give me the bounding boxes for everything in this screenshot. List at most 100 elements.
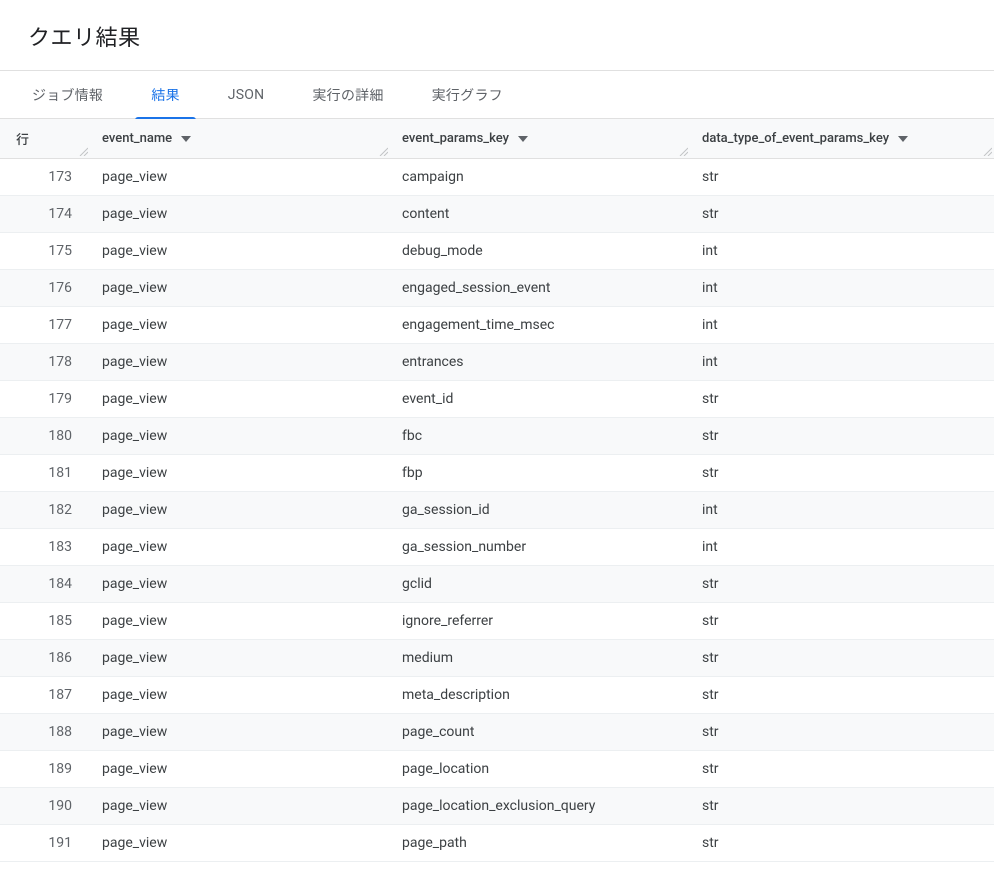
table-row[interactable]: 181page_viewfbpstr bbox=[0, 455, 994, 492]
table-header-row: 行 event_name event_params_key bbox=[0, 119, 994, 159]
table-row[interactable]: 179page_viewevent_idstr bbox=[0, 381, 994, 418]
cell-event-params-key: debug_mode bbox=[390, 233, 690, 270]
table-row[interactable]: 176page_viewengaged_session_eventint bbox=[0, 270, 994, 307]
cell-row-number: 178 bbox=[0, 344, 90, 381]
table-row[interactable]: 184page_viewgclidstr bbox=[0, 566, 994, 603]
cell-event-params-key: ignore_referrer bbox=[390, 603, 690, 640]
column-label: event_name bbox=[102, 131, 172, 146]
sort-dropdown-icon[interactable] bbox=[181, 136, 191, 142]
cell-event-name: page_view bbox=[90, 455, 390, 492]
cell-event-params-key: gclid bbox=[390, 566, 690, 603]
table-row[interactable]: 177page_viewengagement_time_msecint bbox=[0, 307, 994, 344]
column-header-event-name[interactable]: event_name bbox=[90, 119, 390, 159]
cell-event-params-key: page_count bbox=[390, 714, 690, 751]
table-row[interactable]: 188page_viewpage_countstr bbox=[0, 714, 994, 751]
cell-event-params-key: campaign bbox=[390, 159, 690, 196]
cell-event-params-key: engaged_session_event bbox=[390, 270, 690, 307]
cell-data-type: int bbox=[690, 307, 994, 344]
table-row[interactable]: 183page_viewga_session_numberint bbox=[0, 529, 994, 566]
cell-event-name: page_view bbox=[90, 825, 390, 862]
cell-row-number: 184 bbox=[0, 566, 90, 603]
cell-data-type: str bbox=[690, 159, 994, 196]
cell-event-name: page_view bbox=[90, 529, 390, 566]
cell-event-name: page_view bbox=[90, 640, 390, 677]
tab-0[interactable]: ジョブ情報 bbox=[16, 71, 119, 119]
cell-data-type: str bbox=[690, 714, 994, 751]
column-label: 行 bbox=[16, 133, 29, 148]
cell-row-number: 181 bbox=[0, 455, 90, 492]
cell-row-number: 190 bbox=[0, 788, 90, 825]
cell-data-type: str bbox=[690, 751, 994, 788]
resize-handle-icon[interactable] bbox=[678, 146, 688, 156]
tab-1[interactable]: 結果 bbox=[135, 71, 196, 119]
cell-data-type: str bbox=[690, 196, 994, 233]
cell-event-name: page_view bbox=[90, 233, 390, 270]
column-header-data-type[interactable]: data_type_of_event_params_key bbox=[690, 119, 994, 159]
table-row[interactable]: 189page_viewpage_locationstr bbox=[0, 751, 994, 788]
cell-data-type: str bbox=[690, 677, 994, 714]
table-row[interactable]: 178page_viewentrancesint bbox=[0, 344, 994, 381]
cell-event-name: page_view bbox=[90, 344, 390, 381]
tab-label: JSON bbox=[228, 87, 265, 103]
column-header-row-number[interactable]: 行 bbox=[0, 119, 90, 159]
cell-event-name: page_view bbox=[90, 307, 390, 344]
table-row[interactable]: 174page_viewcontentstr bbox=[0, 196, 994, 233]
cell-data-type: str bbox=[690, 381, 994, 418]
resize-handle-icon[interactable] bbox=[78, 146, 88, 156]
cell-event-name: page_view bbox=[90, 677, 390, 714]
cell-event-params-key: ga_session_id bbox=[390, 492, 690, 529]
cell-row-number: 188 bbox=[0, 714, 90, 751]
tab-label: 結果 bbox=[151, 85, 180, 105]
table-row[interactable]: 190page_viewpage_location_exclusion_quer… bbox=[0, 788, 994, 825]
tab-label: ジョブ情報 bbox=[32, 85, 103, 105]
cell-event-params-key: ga_session_number bbox=[390, 529, 690, 566]
column-label: data_type_of_event_params_key bbox=[702, 131, 889, 146]
cell-row-number: 187 bbox=[0, 677, 90, 714]
cell-data-type: int bbox=[690, 270, 994, 307]
cell-event-name: page_view bbox=[90, 159, 390, 196]
cell-row-number: 173 bbox=[0, 159, 90, 196]
page-title: クエリ結果 bbox=[28, 20, 970, 52]
tab-bar: ジョブ情報 結果 JSON 実行の詳細実行グラフ bbox=[0, 71, 994, 119]
tab-2[interactable]: JSON bbox=[212, 71, 281, 119]
cell-event-params-key: event_id bbox=[390, 381, 690, 418]
column-label: event_params_key bbox=[402, 131, 509, 146]
table-row[interactable]: 180page_viewfbcstr bbox=[0, 418, 994, 455]
cell-event-name: page_view bbox=[90, 418, 390, 455]
cell-event-params-key: fbp bbox=[390, 455, 690, 492]
cell-row-number: 189 bbox=[0, 751, 90, 788]
cell-event-params-key: page_location_exclusion_query bbox=[390, 788, 690, 825]
cell-row-number: 176 bbox=[0, 270, 90, 307]
table-row[interactable]: 187page_viewmeta_descriptionstr bbox=[0, 677, 994, 714]
cell-event-params-key: engagement_time_msec bbox=[390, 307, 690, 344]
cell-event-name: page_view bbox=[90, 270, 390, 307]
cell-row-number: 177 bbox=[0, 307, 90, 344]
cell-row-number: 174 bbox=[0, 196, 90, 233]
cell-event-name: page_view bbox=[90, 714, 390, 751]
table-row[interactable]: 185page_viewignore_referrerstr bbox=[0, 603, 994, 640]
sort-dropdown-icon[interactable] bbox=[898, 136, 908, 142]
cell-row-number: 186 bbox=[0, 640, 90, 677]
table-row[interactable]: 173page_viewcampaignstr bbox=[0, 159, 994, 196]
resize-handle-icon[interactable] bbox=[982, 146, 992, 156]
cell-event-name: page_view bbox=[90, 381, 390, 418]
cell-event-params-key: page_path bbox=[390, 825, 690, 862]
table-row[interactable]: 182page_viewga_session_idint bbox=[0, 492, 994, 529]
cell-data-type: int bbox=[690, 492, 994, 529]
cell-data-type: str bbox=[690, 640, 994, 677]
resize-handle-icon[interactable] bbox=[378, 146, 388, 156]
cell-row-number: 179 bbox=[0, 381, 90, 418]
cell-event-name: page_view bbox=[90, 751, 390, 788]
table-row[interactable]: 175page_viewdebug_modeint bbox=[0, 233, 994, 270]
sort-dropdown-icon[interactable] bbox=[518, 136, 528, 142]
cell-data-type: str bbox=[690, 825, 994, 862]
cell-data-type: str bbox=[690, 418, 994, 455]
results-table: 行 event_name event_params_key bbox=[0, 119, 994, 862]
column-header-event-params-key[interactable]: event_params_key bbox=[390, 119, 690, 159]
cell-event-name: page_view bbox=[90, 566, 390, 603]
table-row[interactable]: 186page_viewmediumstr bbox=[0, 640, 994, 677]
tab-4[interactable]: 実行グラフ bbox=[416, 71, 519, 119]
table-row[interactable]: 191page_viewpage_pathstr bbox=[0, 825, 994, 862]
tab-3[interactable]: 実行の詳細 bbox=[296, 71, 399, 119]
cell-row-number: 183 bbox=[0, 529, 90, 566]
